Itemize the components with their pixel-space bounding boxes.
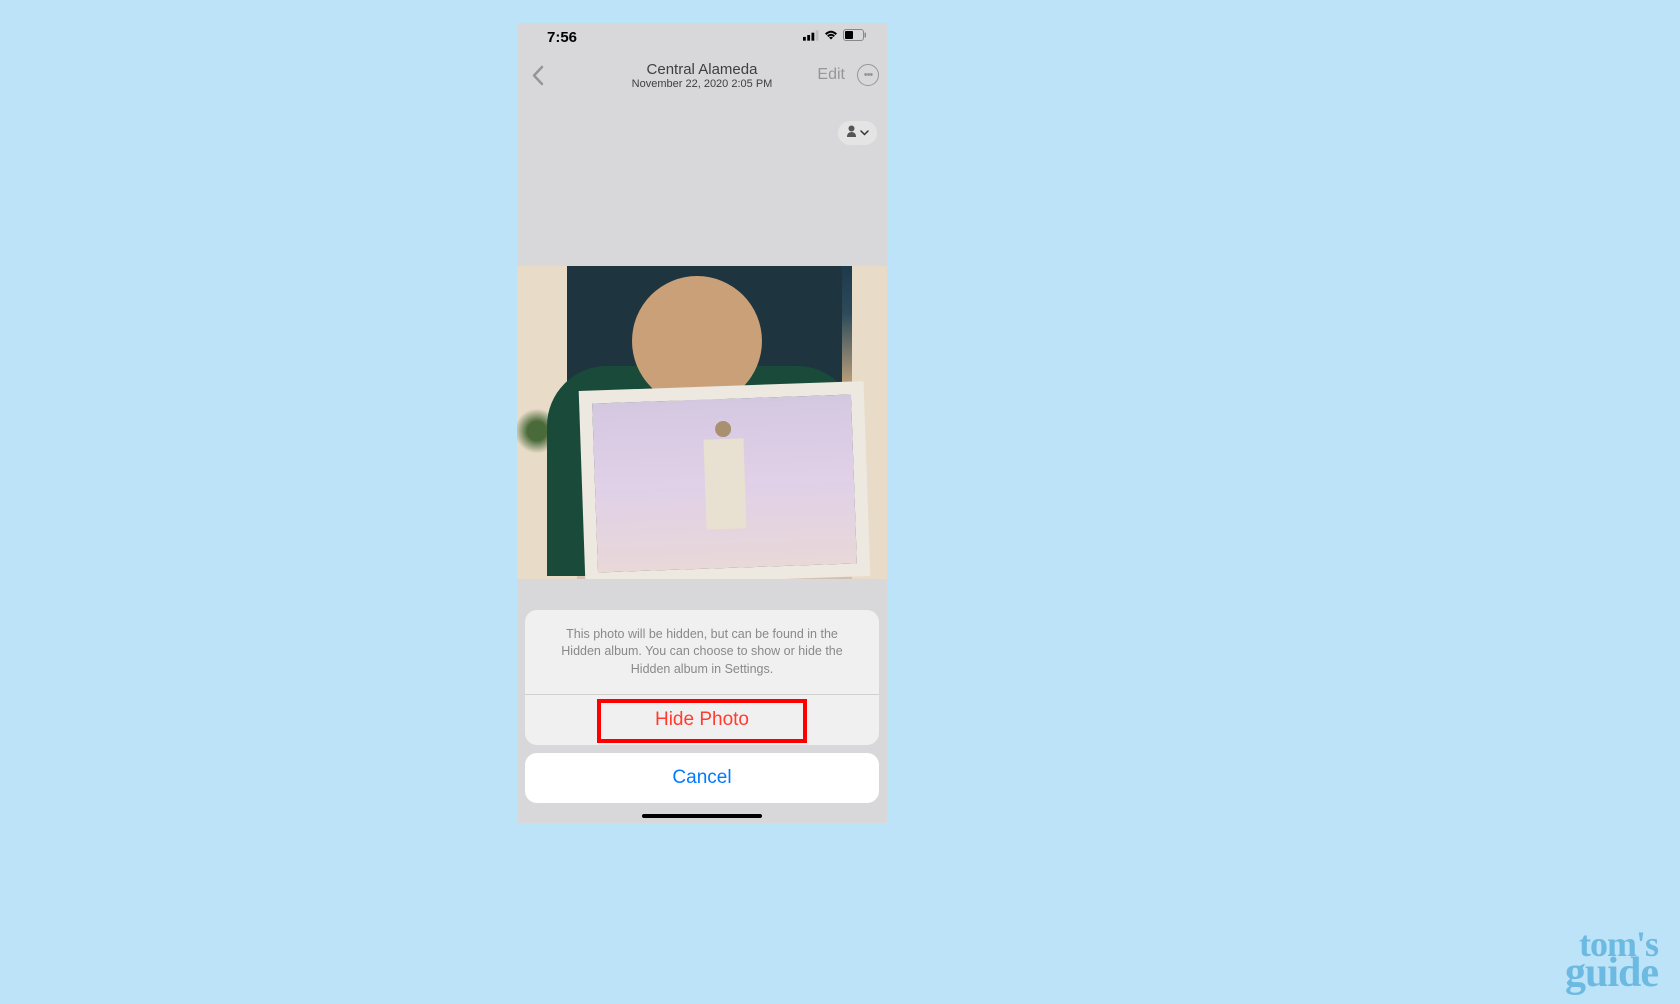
- cancel-button[interactable]: Cancel: [525, 753, 879, 803]
- photo-content: [517, 266, 887, 579]
- edit-button[interactable]: Edit: [817, 66, 845, 84]
- tutorial-highlight-box: [597, 699, 807, 743]
- status-bar: 7:56: [517, 23, 887, 51]
- person-icon: [846, 124, 857, 142]
- wifi-icon: [823, 28, 839, 46]
- status-icons: [803, 28, 867, 46]
- back-button[interactable]: [525, 63, 549, 87]
- watermark-line2: guide: [1565, 958, 1658, 990]
- cellular-signal-icon: [803, 28, 819, 46]
- battery-icon: [843, 28, 867, 46]
- watermark: tom's guide: [1565, 931, 1658, 990]
- chevron-down-icon: [860, 128, 869, 139]
- nav-bar: Central Alameda November 22, 2020 2:05 P…: [517, 51, 887, 99]
- home-indicator[interactable]: [642, 814, 762, 818]
- nav-actions: Edit •••: [817, 64, 879, 86]
- phone-screenshot: 7:56 Central Alameda November 22, 2020 2…: [517, 23, 887, 823]
- action-sheet: This photo will be hidden, but can be fo…: [525, 610, 879, 804]
- photo-viewer[interactable]: [517, 266, 887, 579]
- nav-title: Central Alameda November 22, 2020 2:05 P…: [632, 61, 773, 90]
- hide-photo-button[interactable]: Hide Photo: [525, 695, 879, 745]
- more-button[interactable]: •••: [857, 64, 879, 86]
- date-subtitle: November 22, 2020 2:05 PM: [632, 78, 773, 90]
- status-time: 7:56: [547, 29, 577, 46]
- action-sheet-group: This photo will be hidden, but can be fo…: [525, 610, 879, 746]
- action-sheet-message: This photo will be hidden, but can be fo…: [525, 610, 879, 696]
- location-title: Central Alameda: [632, 61, 773, 78]
- person-tag-button[interactable]: [838, 121, 877, 145]
